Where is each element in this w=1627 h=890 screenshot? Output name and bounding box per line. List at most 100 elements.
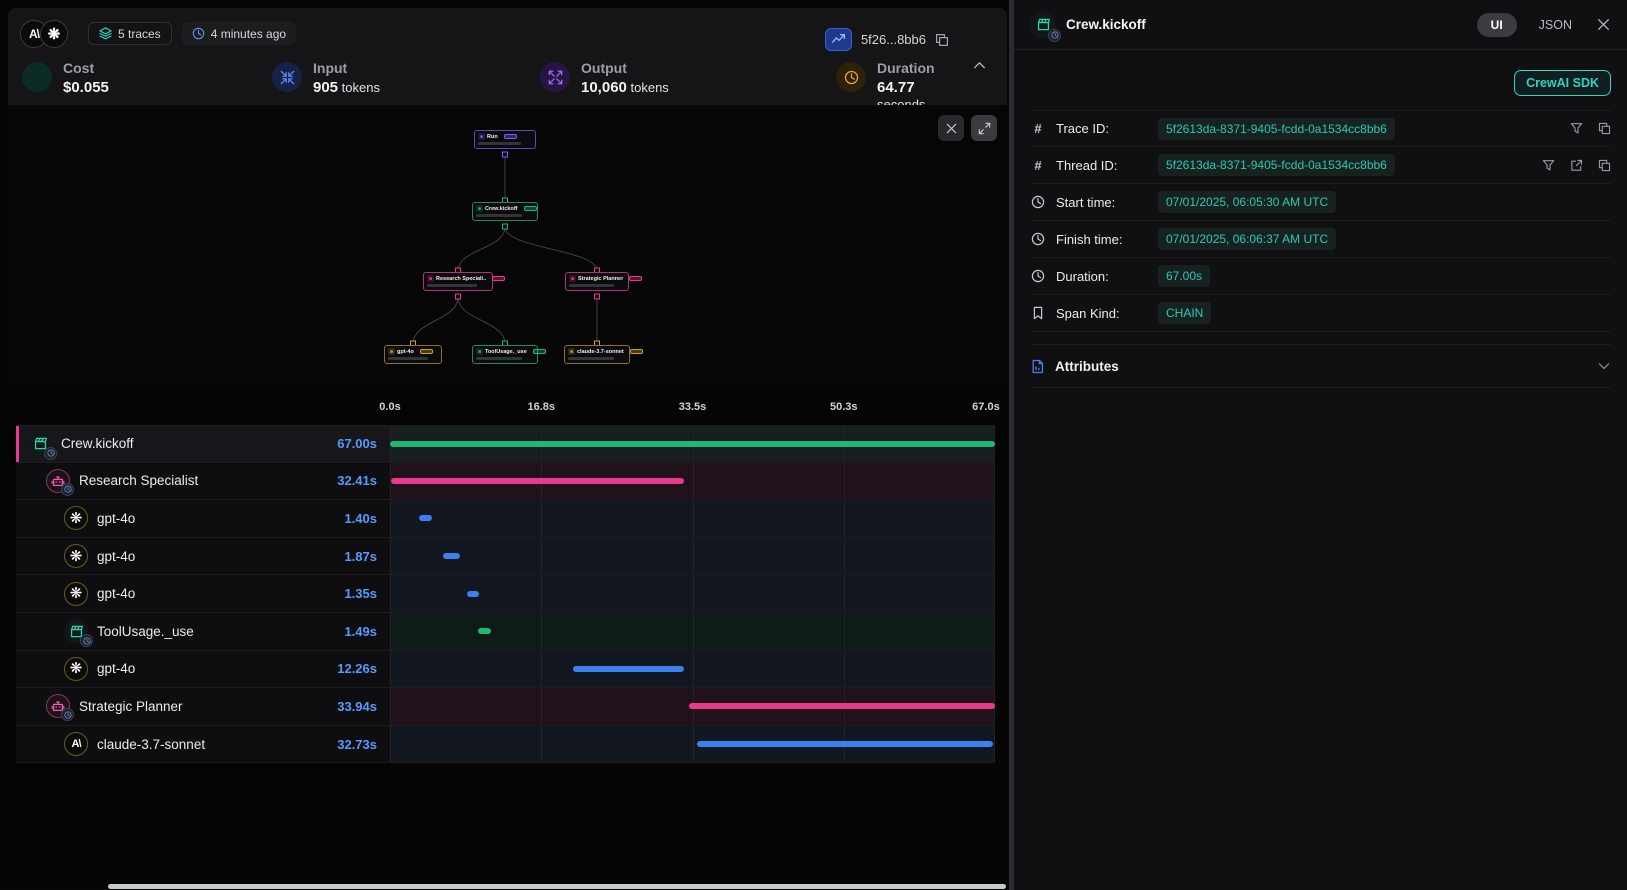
span-row-label: ❋gpt-4o1.87s (16, 538, 390, 575)
graph-node-subtext (476, 214, 522, 217)
graph-node-label: gpt-4o (397, 349, 414, 355)
graph-node-crew[interactable]: ■Crew.kickoff (472, 202, 538, 221)
clock-badge-icon (1048, 29, 1061, 42)
detail-field-row: #Thread ID:5f2613da-8371-9405-fcdd-0a153… (1030, 147, 1611, 184)
anthropic-icon: A\ (64, 732, 88, 756)
graph-close-button[interactable] (938, 115, 964, 141)
span-row[interactable]: ToolUsage._use 1.49s (16, 613, 995, 651)
span-timeline-cell (390, 613, 995, 650)
graph-node-claude[interactable]: ■claude-3.7-sonnet (564, 345, 630, 364)
span-duration: 32.41s (337, 473, 377, 488)
span-timeline-cell (390, 575, 995, 612)
graph-node-subtext (478, 142, 521, 145)
trace-chart-button[interactable] (825, 28, 852, 51)
robot-icon (46, 469, 70, 493)
expand-icon (978, 122, 991, 135)
detail-field-row: Start time: 07/01/2025, 06:05:30 AM UTC (1030, 184, 1611, 221)
copy-icon[interactable] (1598, 159, 1611, 172)
trace-summary-card: A\ ❋ 5 traces 4 minutes ago 5f26...8bb6 … (8, 8, 1007, 105)
graph-node-label: Crew.kickoff (485, 206, 518, 212)
tab-ui[interactable]: UI (1477, 13, 1517, 37)
gridline (541, 500, 542, 537)
span-name: gpt-4o (97, 511, 135, 526)
detail-field-row: Finish time:07/01/2025, 06:06:37 AM UTC (1030, 221, 1611, 258)
gridline (994, 463, 995, 500)
gridline (541, 613, 542, 650)
horizontal-scrollbar-thumb[interactable] (108, 884, 1006, 889)
attributes-section-toggle[interactable]: Attributes (1030, 344, 1611, 388)
span-row[interactable]: ❋gpt-4o12.26s (16, 651, 995, 689)
time-tick: 33.5s (679, 401, 707, 413)
span-row[interactable]: ❋gpt-4o1.87s (16, 538, 995, 576)
clock-icon (1030, 232, 1046, 246)
span-row[interactable]: ❋gpt-4o1.35s (16, 575, 995, 613)
graph-node-tool[interactable]: ■ToolUsage._use (472, 345, 538, 364)
time-tick: 50.3s (830, 401, 858, 413)
span-timeline-cell (390, 726, 995, 763)
filter-icon[interactable] (1570, 122, 1583, 135)
copy-icon[interactable] (1598, 122, 1611, 135)
field-value-chip[interactable]: 07/01/2025, 06:05:30 AM UTC (1158, 191, 1336, 213)
span-timeline-cell (390, 463, 995, 500)
graph-node-strategic[interactable]: ■Strategic Planner (565, 272, 629, 291)
stat-value: 10,060 tokens (581, 79, 669, 96)
field-value-chip[interactable]: 5f2613da-8371-9405-fcdd-0a1534cc8bb6 (1158, 118, 1395, 140)
filter-icon[interactable] (1542, 159, 1555, 172)
span-bar (390, 441, 995, 447)
span-name: Crew.kickoff (61, 436, 134, 451)
time-ago-label: 4 minutes ago (211, 27, 286, 41)
close-panel-icon[interactable] (1596, 17, 1611, 32)
graph-node-run[interactable]: ■Run (474, 130, 536, 149)
field-value-chip[interactable]: 07/01/2025, 06:06:37 AM UTC (1158, 228, 1336, 250)
layers-icon (99, 27, 112, 40)
span-row[interactable]: Research Specialist32.41s (16, 463, 995, 501)
waterfall-chart: 0.0s16.8s33.5s50.3s67.0s Crew.kickoff67.… (16, 387, 995, 763)
copy-icon[interactable] (935, 33, 949, 47)
gridline (390, 500, 391, 537)
dollar-icon (22, 62, 52, 92)
chevron-up-icon[interactable] (972, 58, 987, 73)
graph-node-label: Research Speciali.. (436, 276, 486, 282)
detail-field-row: #Trace ID:5f2613da-8371-9405-fcdd-0a1534… (1030, 110, 1611, 147)
span-name: gpt-4o (97, 661, 135, 676)
span-bar (573, 666, 684, 672)
field-label: Start time: (1056, 195, 1148, 210)
graph-expand-button[interactable] (971, 115, 997, 141)
span-name: ToolUsage._use (97, 624, 194, 639)
span-row-label: A\claude-3.7-sonnet32.73s (16, 726, 390, 763)
hash-icon: # (1030, 158, 1046, 173)
chevron-down-icon[interactable] (1597, 359, 1611, 373)
sdk-badge: CrewAI SDK (1514, 70, 1611, 96)
bookmark-icon (1030, 306, 1046, 320)
graph-node-research[interactable]: ■Research Speciali.. (423, 272, 493, 291)
arrows-in-icon (272, 62, 302, 92)
span-row-label: Research Specialist32.41s (16, 463, 390, 500)
tab-json[interactable]: JSON (1539, 18, 1572, 32)
gridline (844, 538, 845, 575)
span-row[interactable]: A\claude-3.7-sonnet32.73s (16, 726, 995, 764)
field-value-chip[interactable]: 5f2613da-8371-9405-fcdd-0a1534cc8bb6 (1158, 154, 1395, 176)
gridline (541, 688, 542, 725)
gridline (541, 575, 542, 612)
field-value-chip[interactable]: 67.00s (1158, 265, 1210, 287)
graph-node-gpt[interactable]: ■gpt-4o (384, 345, 442, 364)
stat-value: 905 tokens (313, 79, 380, 96)
graph-node-badge (524, 206, 537, 211)
gridline (693, 651, 694, 688)
span-duration: 1.49s (344, 624, 377, 639)
span-row[interactable]: Crew.kickoff67.00s (16, 425, 995, 463)
graph-node-subtext (476, 357, 522, 360)
span-row[interactable]: ❋gpt-4o1.40s (16, 500, 995, 538)
span-timeline-cell (390, 426, 995, 462)
gridline (844, 463, 845, 500)
span-bar (467, 591, 479, 597)
external-icon[interactable] (1570, 159, 1583, 172)
traces-count-badge[interactable]: 5 traces (88, 22, 172, 45)
span-row[interactable]: Strategic Planner33.94s (16, 688, 995, 726)
span-bar (697, 741, 993, 747)
time-tick: 0.0s (379, 401, 400, 413)
field-value-chip[interactable]: CHAIN (1158, 302, 1211, 324)
openai-icon: ❋ (64, 544, 88, 568)
stat-label: Cost (63, 60, 109, 76)
document-icon (1030, 359, 1045, 374)
